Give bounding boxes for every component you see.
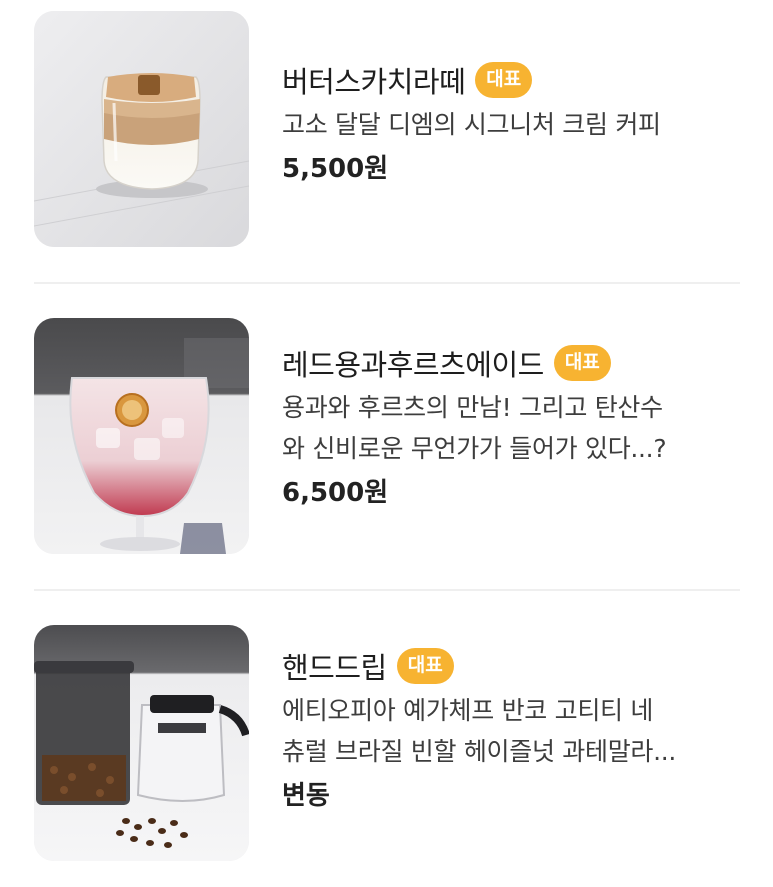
- description-line: 용과와 후르츠의 만남! 그리고 탄산수: [282, 393, 663, 422]
- signature-badge: 대표: [396, 648, 454, 684]
- menu-item-price: 5,500원: [282, 154, 389, 184]
- dragonfruit-ade-photo-icon: [34, 318, 249, 554]
- menu-item-photo[interactable]: [34, 318, 249, 554]
- menu-item-price: 변동: [282, 781, 330, 811]
- menu-item-butterscotch-latte[interactable]: 버터스카치라떼 대표 고소 달달 디엠의 시그니처 크림 커피 5,500원: [0, 11, 773, 261]
- signature-badge: 대표: [553, 345, 611, 381]
- menu-item-description: 용과와 후르츠의 만남! 그리고 탄산수 와 신비로운 무언가가 들어가 있다.…: [282, 387, 742, 469]
- hand-drip-photo-icon: [34, 625, 249, 861]
- butterscotch-latte-photo-icon: [34, 11, 249, 247]
- menu-item-description: 에티오피아 예가체프 반코 고티티 네 츄럴 브라질 빈할 헤이즐넛 과테말라.…: [282, 690, 742, 772]
- menu-item-name[interactable]: 핸드드립: [282, 645, 387, 687]
- menu-item-name[interactable]: 버터스카치라떼: [282, 59, 466, 101]
- menu-item-red-dragonfruit-ade[interactable]: 레드용과후르츠에이드 대표 용과와 후르츠의 만남! 그리고 탄산수 와 신비로…: [0, 318, 773, 568]
- description-line: 고소 달달 디엠의 시그니처 크림 커피: [282, 110, 661, 139]
- item-divider: [34, 282, 740, 284]
- description-line: 츄럴 브라질 빈할 헤이즐넛 과테말라...: [282, 737, 677, 766]
- item-divider: [34, 589, 740, 591]
- menu-item-title-row: 핸드드립 대표: [282, 643, 742, 689]
- menu-item-price: 6,500원: [282, 478, 389, 508]
- menu-item-title-row: 레드용과후르츠에이드 대표: [282, 340, 742, 386]
- description-line: 에티오피아 예가체프 반코 고티티 네: [282, 696, 654, 725]
- menu-item-title-row: 버터스카치라떼 대표: [282, 57, 742, 103]
- menu-item-hand-drip[interactable]: 핸드드립 대표 에티오피아 예가체프 반코 고티티 네 츄럴 브라질 빈할 헤이…: [0, 625, 773, 875]
- menu-item-info: 레드용과후르츠에이드 대표 용과와 후르츠의 만남! 그리고 탄산수 와 신비로…: [282, 340, 742, 510]
- signature-badge: 대표: [475, 62, 533, 98]
- menu-item-info: 버터스카치라떼 대표 고소 달달 디엠의 시그니처 크림 커피 5,500원: [282, 57, 742, 186]
- menu-item-photo[interactable]: [34, 625, 249, 861]
- menu-item-info: 핸드드립 대표 에티오피아 예가체프 반코 고티티 네 츄럴 브라질 빈할 헤이…: [282, 643, 742, 813]
- menu-item-name[interactable]: 레드용과후르츠에이드: [282, 342, 544, 384]
- menu-item-description: 고소 달달 디엠의 시그니처 크림 커피: [282, 104, 742, 145]
- description-line: 와 신비로운 무언가가 들어가 있다...?: [282, 434, 667, 463]
- menu-item-photo[interactable]: [34, 11, 249, 247]
